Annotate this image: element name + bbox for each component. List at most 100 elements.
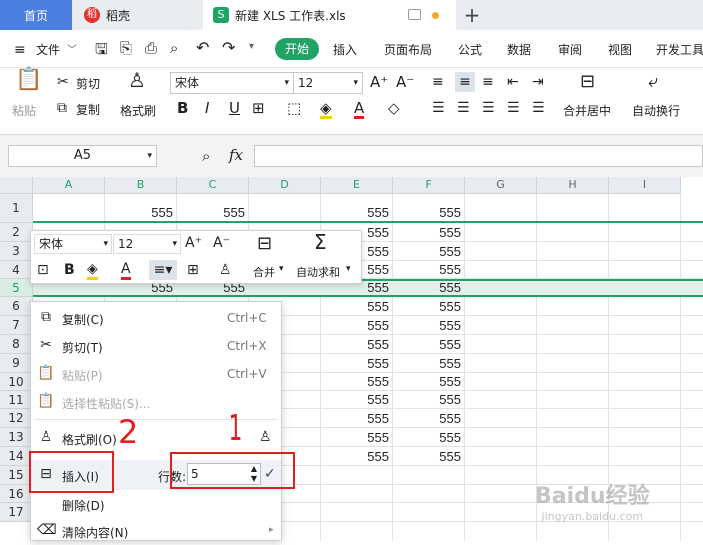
row-header-8[interactable]: 8 bbox=[0, 335, 33, 354]
redo-icon[interactable]: ↷ bbox=[222, 38, 235, 57]
row-header-7[interactable]: 7 bbox=[0, 316, 33, 335]
print-preview-icon[interactable]: ⌕ bbox=[170, 39, 178, 57]
mini-size-select[interactable]: 12 ▾ bbox=[113, 234, 181, 254]
menu-view[interactable]: 视图 bbox=[608, 41, 632, 58]
row-header-13[interactable]: 13 bbox=[0, 428, 33, 447]
merge-center-label[interactable]: 合并居中 bbox=[563, 102, 611, 119]
column-header-a[interactable]: A bbox=[33, 177, 105, 194]
cell[interactable]: 555 bbox=[321, 449, 393, 464]
align-center-icon[interactable]: ☰ bbox=[457, 100, 470, 116]
row-header-4[interactable]: 4 bbox=[0, 261, 33, 279]
row-header-9[interactable]: 9 bbox=[0, 354, 33, 373]
cell[interactable]: 555 bbox=[321, 337, 393, 352]
undo-icon[interactable]: ↶ bbox=[196, 38, 209, 57]
cell[interactable]: 555 bbox=[393, 392, 465, 407]
mini-font-color-icon[interactable]: A bbox=[121, 261, 131, 280]
zoom-search-icon[interactable]: ⌕ bbox=[202, 147, 210, 165]
cell[interactable]: 555 bbox=[393, 205, 465, 220]
menu-review[interactable]: 审阅 bbox=[558, 41, 582, 58]
justify-icon[interactable]: ☰ bbox=[507, 100, 520, 116]
cell[interactable]: 555 bbox=[393, 337, 465, 352]
chevron-down-icon[interactable]: ﹀ bbox=[67, 41, 77, 56]
hamburger-icon[interactable]: ≡ bbox=[14, 42, 26, 58]
format-painter-alt-icon[interactable]: ♙ bbox=[259, 429, 272, 445]
italic-icon[interactable]: I bbox=[205, 100, 209, 116]
fx-icon[interactable]: fx bbox=[229, 146, 243, 164]
mini-decrease-font-icon[interactable]: A⁻ bbox=[213, 235, 230, 251]
menu-data[interactable]: 数据 bbox=[507, 41, 531, 58]
paste-icon[interactable]: 📋 bbox=[15, 69, 42, 91]
cell[interactable]: 555 bbox=[393, 244, 465, 259]
merge-chevron-icon[interactable]: ▾ bbox=[279, 264, 284, 274]
mini-fill-color-icon[interactable]: ◈ bbox=[87, 261, 98, 280]
cell[interactable]: 555 bbox=[393, 430, 465, 445]
format-painter-label[interactable]: 格式刷 bbox=[120, 102, 156, 119]
merge-center-icon[interactable]: ⊟ bbox=[580, 73, 595, 91]
bold-icon[interactable]: B bbox=[177, 100, 188, 116]
menu-start[interactable]: 开始 bbox=[275, 38, 319, 60]
cut-icon[interactable]: ✂ bbox=[57, 74, 69, 90]
menu-page-layout[interactable]: 页面布局 bbox=[384, 41, 432, 58]
mini-format-icon[interactable]: ⊡ bbox=[37, 262, 49, 278]
row-header-10[interactable]: 10 bbox=[0, 373, 33, 391]
increase-font-icon[interactable]: A⁺ bbox=[370, 74, 388, 90]
column-header-i[interactable]: I bbox=[609, 177, 681, 194]
font-size-select[interactable]: 12 ▾ bbox=[293, 72, 363, 94]
cell[interactable]: 555 bbox=[393, 318, 465, 333]
row-header-6[interactable]: 6 bbox=[0, 297, 33, 316]
cell[interactable]: 555 bbox=[321, 299, 393, 314]
clear-format-icon[interactable]: ◇ bbox=[388, 100, 400, 116]
menu-formula[interactable]: 公式 bbox=[458, 41, 482, 58]
wrap-text-label[interactable]: 自动换行 bbox=[632, 102, 680, 119]
column-header-f[interactable]: F bbox=[393, 177, 465, 194]
cell[interactable]: 555 bbox=[321, 205, 393, 220]
formula-input[interactable] bbox=[254, 145, 703, 167]
column-header-d[interactable]: D bbox=[249, 177, 321, 194]
cell[interactable]: 555 bbox=[321, 374, 393, 389]
row-header-11[interactable]: 11 bbox=[0, 391, 33, 409]
border-icon[interactable]: ⊞ bbox=[252, 100, 265, 116]
cell[interactable]: 555 bbox=[321, 356, 393, 371]
print-icon[interactable]: ⎙ bbox=[145, 39, 157, 57]
distribute-icon[interactable]: ☰ bbox=[532, 100, 545, 116]
wrap-text-icon[interactable]: ⤶ bbox=[648, 73, 658, 91]
cell[interactable]: 555 bbox=[393, 280, 465, 295]
menu-developer[interactable]: 开发工具 bbox=[656, 41, 703, 58]
cell[interactable]: 555 bbox=[321, 411, 393, 426]
cell[interactable]: 555 bbox=[105, 205, 177, 220]
paste-label[interactable]: 粘贴 bbox=[12, 102, 36, 119]
menu-delete[interactable]: 删除(D) bbox=[31, 490, 281, 518]
column-header-b[interactable]: B bbox=[105, 177, 177, 194]
row-header-3[interactable]: 3 bbox=[0, 242, 33, 261]
cell[interactable]: 555 bbox=[393, 356, 465, 371]
font-color-icon[interactable]: A bbox=[354, 100, 365, 119]
menu-format-painter[interactable]: ♙ 格式刷(O) ♙ bbox=[31, 424, 281, 452]
menu-file[interactable]: 文件 bbox=[36, 41, 60, 58]
align-top-icon[interactable]: ≡ bbox=[432, 74, 444, 90]
cut-label[interactable]: 剪切 bbox=[76, 75, 100, 92]
name-box[interactable]: A5 ▾ bbox=[8, 145, 157, 167]
menu-insert[interactable]: 插入 bbox=[333, 41, 357, 58]
tab-daoke[interactable]: 稻 稻壳 bbox=[74, 0, 194, 30]
copy-icon[interactable]: ⧉ bbox=[57, 100, 67, 116]
font-name-select[interactable]: 宋体 ▾ bbox=[170, 72, 294, 94]
row-header-5[interactable]: 5 bbox=[0, 279, 33, 297]
mini-merge-label[interactable]: 合并 bbox=[253, 264, 275, 280]
window-icon[interactable] bbox=[408, 9, 421, 20]
align-left-icon[interactable]: ☰ bbox=[432, 100, 445, 116]
autosum-icon[interactable]: Σ bbox=[314, 232, 327, 252]
format-painter-icon[interactable]: ♙ bbox=[128, 70, 146, 90]
decrease-font-icon[interactable]: A⁻ bbox=[396, 74, 414, 90]
cell[interactable]: 555 bbox=[393, 225, 465, 240]
mini-font-select[interactable]: 宋体 ▾ bbox=[34, 234, 112, 254]
new-tab-button[interactable]: + bbox=[462, 0, 482, 30]
indent-decrease-icon[interactable]: ⇤ bbox=[507, 74, 519, 90]
mini-increase-font-icon[interactable]: A⁺ bbox=[185, 235, 202, 251]
align-right-icon[interactable]: ☰ bbox=[482, 100, 495, 116]
cell[interactable]: 555 bbox=[393, 374, 465, 389]
mini-format-painter-icon[interactable]: ♙ bbox=[219, 262, 232, 278]
autosum-label[interactable]: 自动求和 bbox=[296, 264, 340, 280]
menu-paste-special[interactable]: 📋 选择性粘贴(S)... bbox=[31, 388, 281, 416]
autosum-chevron-icon[interactable]: ▾ bbox=[346, 264, 351, 274]
tab-document[interactable]: S 新建 XLS 工作表.xls bbox=[203, 0, 456, 30]
